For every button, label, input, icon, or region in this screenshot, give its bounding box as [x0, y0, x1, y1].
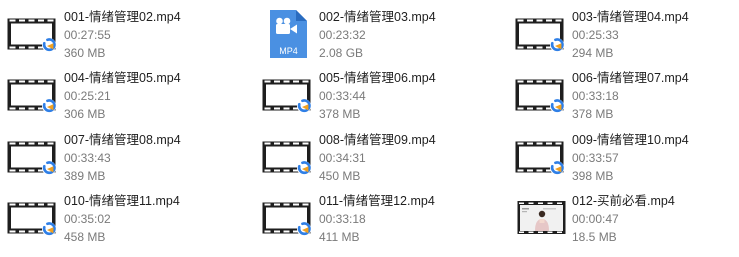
- svg-text:MP4: MP4: [279, 46, 298, 56]
- file-size: 389 MB: [64, 169, 106, 183]
- video-film-icon: [515, 133, 569, 181]
- file-duration: 00:33:18: [319, 212, 366, 226]
- file-name: 008-情绪管理09.mp4: [319, 133, 436, 147]
- file-name: 001-情绪管理02.mp4: [64, 10, 181, 24]
- file-item[interactable]: 004-情绪管理05.mp4 00:25:21 306 MB: [7, 71, 247, 127]
- file-size: 294 MB: [572, 46, 614, 60]
- file-name: 010-情绪管理11.mp4: [64, 194, 180, 208]
- file-duration: 00:00:47: [572, 212, 619, 226]
- file-duration: 00:23:32: [319, 28, 366, 42]
- file-size: 398 MB: [572, 169, 614, 183]
- file-name: 009-情绪管理10.mp4: [572, 133, 689, 147]
- file-size: 18.5 MB: [572, 230, 617, 244]
- file-duration: 00:25:21: [64, 89, 111, 103]
- video-film-icon: [7, 133, 61, 181]
- file-name: 004-情绪管理05.mp4: [64, 71, 181, 85]
- file-duration: 00:33:57: [572, 151, 619, 165]
- file-item[interactable]: 009-情绪管理10.mp4 00:33:57 398 MB: [515, 133, 739, 189]
- file-duration: 00:25:33: [572, 28, 619, 42]
- video-film-icon: [7, 10, 61, 58]
- file-item[interactable]: 001-情绪管理02.mp4 00:27:55 360 MB: [7, 10, 247, 66]
- file-duration: 00:33:44: [319, 89, 366, 103]
- file-item[interactable]: 005-情绪管理06.mp4 00:33:44 378 MB: [262, 71, 502, 127]
- file-duration: 00:33:18: [572, 89, 619, 103]
- file-duration: 00:35:02: [64, 212, 111, 226]
- file-size: 450 MB: [319, 169, 361, 183]
- video-film-icon: [262, 194, 316, 242]
- mp4-document-icon: MP4: [262, 10, 316, 58]
- video-film-icon: [262, 133, 316, 181]
- file-name: 003-情绪管理04.mp4: [572, 10, 689, 24]
- video-film-icon: [7, 194, 61, 242]
- file-item[interactable]: MP4 002-情绪管理03.mp4 00:23:32 2.08 GB: [262, 10, 502, 66]
- file-name: 012-买前必看.mp4: [572, 194, 675, 208]
- file-duration: 00:33:43: [64, 151, 111, 165]
- file-size: 411 MB: [319, 230, 360, 244]
- file-item[interactable]: 007-情绪管理08.mp4 00:33:43 389 MB: [7, 133, 247, 189]
- file-size: 378 MB: [319, 107, 361, 121]
- video-preview-thumbnail: [515, 194, 569, 242]
- file-name: 006-情绪管理07.mp4: [572, 71, 689, 85]
- file-item[interactable]: 010-情绪管理11.mp4 00:35:02 458 MB: [7, 194, 247, 250]
- file-item[interactable]: 008-情绪管理09.mp4 00:34:31 450 MB: [262, 133, 502, 189]
- video-film-icon: [515, 71, 569, 119]
- file-name: 005-情绪管理06.mp4: [319, 71, 436, 85]
- file-name: 011-情绪管理12.mp4: [319, 194, 435, 208]
- file-item[interactable]: 011-情绪管理12.mp4 00:33:18 411 MB: [262, 194, 502, 250]
- file-item[interactable]: 012-买前必看.mp4 00:00:47 18.5 MB: [515, 194, 739, 250]
- file-size: 378 MB: [572, 107, 614, 121]
- file-item[interactable]: 003-情绪管理04.mp4 00:25:33 294 MB: [515, 10, 739, 66]
- file-item[interactable]: 006-情绪管理07.mp4 00:33:18 378 MB: [515, 71, 739, 127]
- video-film-icon: [515, 10, 569, 58]
- video-film-icon: [7, 71, 61, 119]
- video-film-icon: [262, 71, 316, 119]
- file-size: 2.08 GB: [319, 46, 364, 60]
- file-size: 306 MB: [64, 107, 106, 121]
- file-size: 360 MB: [64, 46, 106, 60]
- file-name: 007-情绪管理08.mp4: [64, 133, 181, 147]
- file-name: 002-情绪管理03.mp4: [319, 10, 436, 24]
- file-size: 458 MB: [64, 230, 106, 244]
- file-duration: 00:34:31: [319, 151, 366, 165]
- file-duration: 00:27:55: [64, 28, 111, 42]
